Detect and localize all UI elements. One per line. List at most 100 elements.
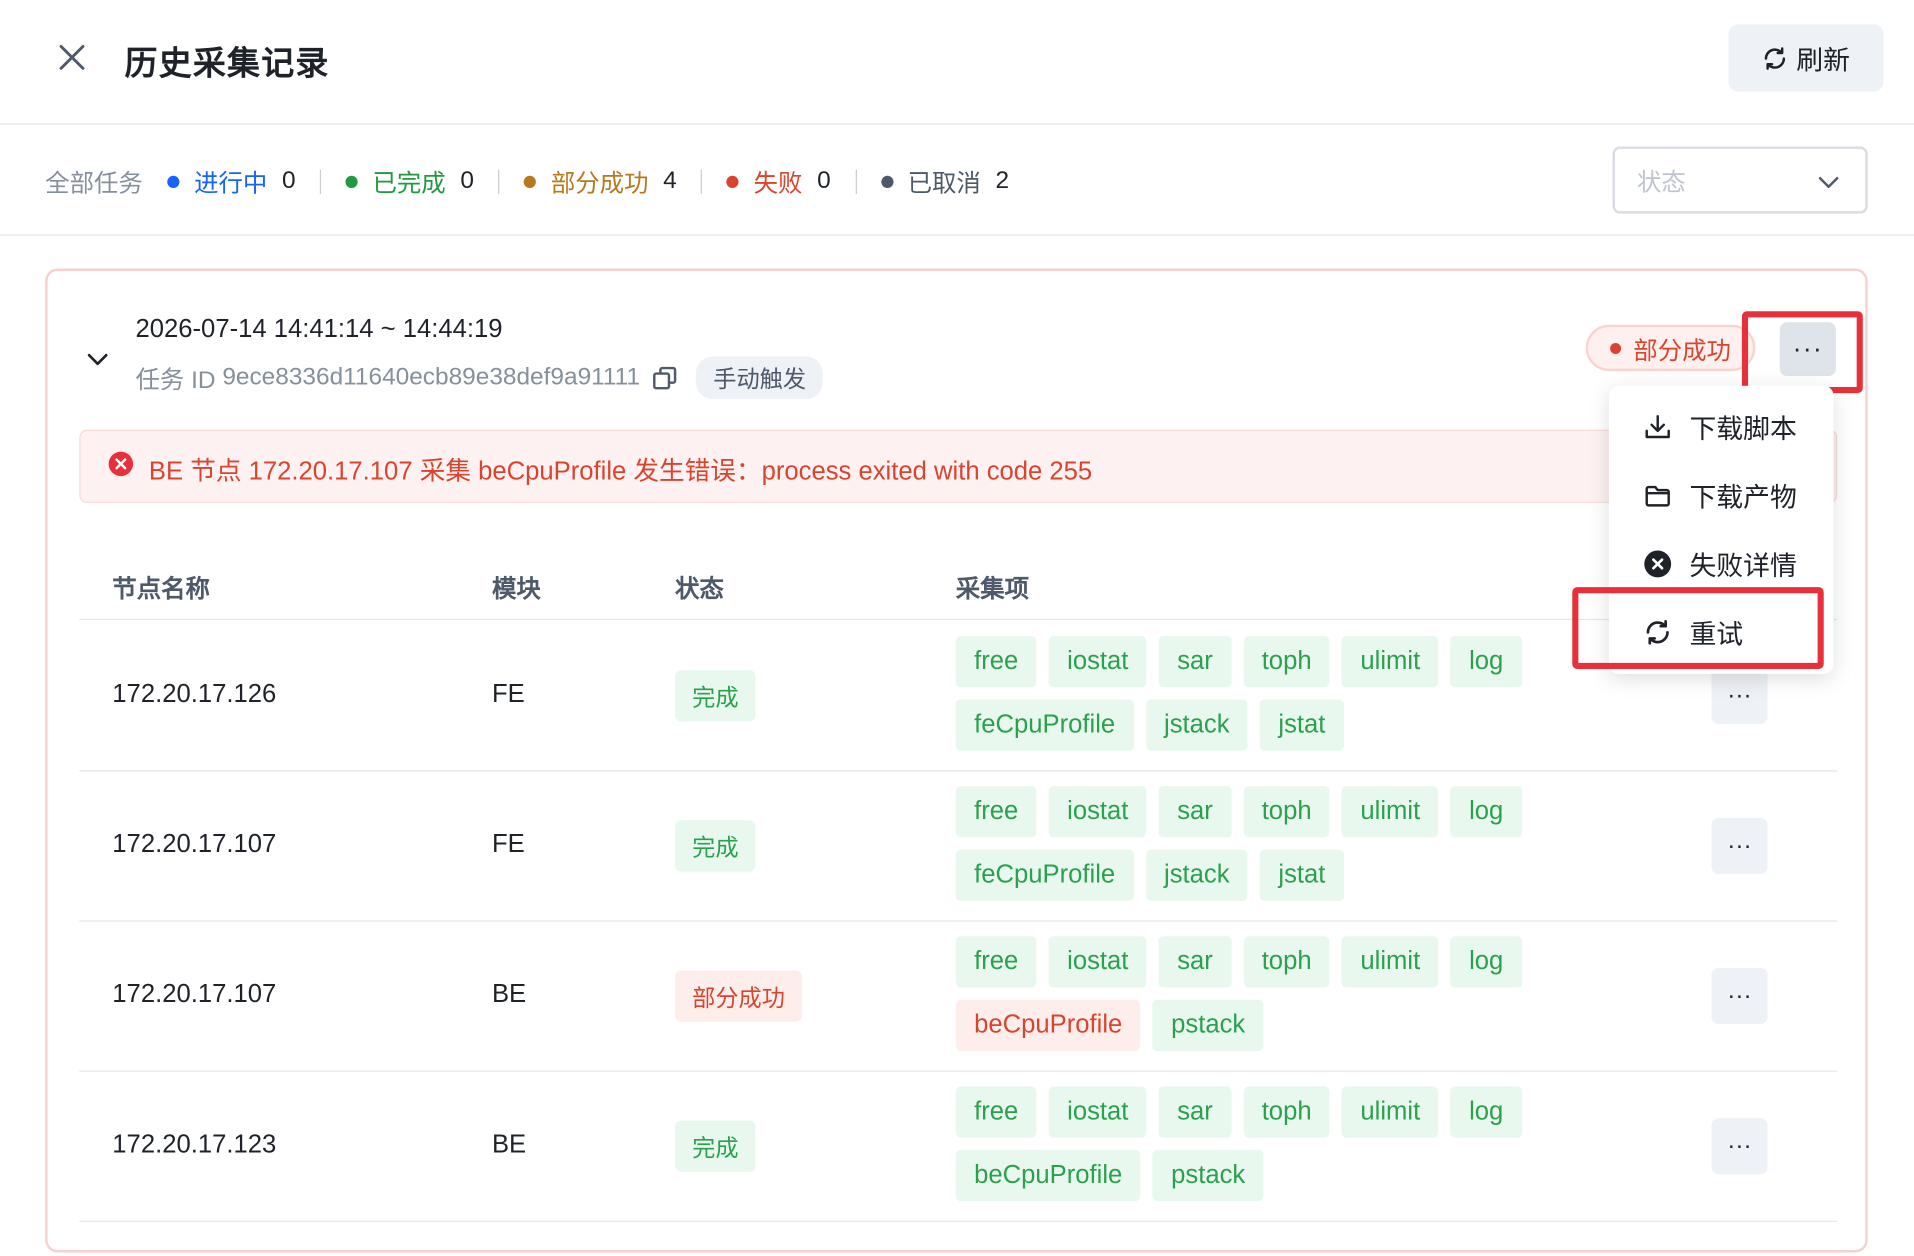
filter-count: 2 [995,167,1010,195]
table-row: 172.20.17.126 FE 完成 free iostat sar toph ulimit… [79,621,1838,772]
collection-item-tag: sar [1158,936,1232,988]
page-title: 历史采集记录 [124,45,330,82]
status-dot [1610,342,1622,354]
collection-item-tag: ulimit [1342,635,1439,688]
filter-label: 已完成 [372,170,446,198]
status-filter-list: 全部任务 进行中 0 已完成 0 部分成功 4 失败 0 已取消 2 [45,164,1009,199]
collection-item-tag: toph [1243,786,1330,838]
filter-separator [855,169,857,194]
table-row: 172.20.17.107 FE 完成 free iostat sar toph ulimit… [79,771,1838,922]
refresh-icon [1765,46,1786,70]
collection-item-tag: iostat [1048,1086,1147,1138]
task-id-line: 任务 ID 9ece8336d11640ecb89e38def9a91111 手… [135,356,824,400]
chevron-down-icon [1818,177,1839,188]
menu-item-failure-details[interactable]: 失败详情 [1609,530,1834,598]
module-name: BE [491,1130,527,1159]
collection-item-tag: feCpuProfile [955,849,1134,901]
collection-item-tag: beCpuProfile [955,999,1141,1052]
collection-item-tag: ulimit [1342,936,1439,988]
filter-item[interactable]: 已完成 0 [345,164,474,199]
task-time-range: 2026-07-14 14:41:14 ~ 14:44:19 [135,314,503,344]
row-status-badge: 完成 [675,820,756,872]
status-select[interactable]: 状态 [1612,146,1868,214]
collection-item-tag: sar [1158,1086,1232,1138]
error-banner: BE 节点 172.20.17.107 采集 beCpuProfile 发生错误… [79,429,1838,503]
task-id-label: 任务 ID [135,367,216,395]
filter-separator [319,169,322,194]
trigger-tag: 手动触发 [696,356,824,400]
task-card: 2026-07-14 14:41:14 ~ 14:44:19 任务 ID 9ec… [45,268,1868,1253]
filter-all[interactable]: 全部任务 [45,164,143,199]
task-status-label: 部分成功 [1633,337,1731,365]
table-header: 节点名称 模块 状态 采集项 [79,549,1838,621]
menu-item-label: 重试 [1689,618,1744,650]
status-dot [523,175,537,188]
filter-item[interactable]: 失败 0 [726,164,831,199]
table-row: 172.20.17.123 BE 完成 free iostat sar toph ulimit… [79,1072,1838,1222]
collection-items: free iostat sar toph ulimit log feCpuProfile js… [955,635,1566,751]
task-more-button[interactable]: ··· [1779,322,1836,376]
collection-item-tag: iostat [1048,936,1147,988]
column-header-items: 采集项 [955,576,1030,604]
filter-label: 部分成功 [550,170,649,198]
row-status-badge: 完成 [675,1120,756,1172]
module-name: FE [491,830,525,859]
error-message: BE 节点 172.20.17.107 采集 beCpuProfile 发生错误… [148,457,1093,486]
collection-item-tag: jstack [1145,849,1248,901]
refresh-button[interactable]: 刷新 [1728,24,1884,92]
folder-icon [1645,485,1670,507]
filter-separator [701,169,703,194]
filter-item[interactable]: 部分成功 4 [523,164,677,199]
collection-item-tag: sar [1158,635,1232,688]
collection-item-tag: iostat [1048,635,1147,688]
collection-item-tag: jstack [1145,699,1248,751]
status-dot [345,175,358,188]
row-more-button[interactable]: ··· [1711,1118,1768,1175]
column-header-module: 模块 [491,576,541,604]
action-menu: 下载脚本 下载产物 失败详情 重试 [1608,385,1834,674]
node-name: 172.20.17.107 [112,980,277,1009]
node-name: 172.20.17.126 [112,679,277,709]
collection-item-tag: pstack [1152,1149,1264,1202]
error-circle-icon [1644,550,1672,578]
filter-label: 进行中 [194,170,268,198]
collection-item-tag: toph [1243,936,1330,988]
collection-item-tag: jstat [1260,849,1344,901]
row-more-button[interactable]: ··· [1711,817,1768,875]
collection-items: free iostat sar toph ulimit log beCpuProfile ps… [955,1086,1566,1202]
node-name: 172.20.17.123 [112,1130,277,1159]
copy-icon[interactable] [652,364,679,391]
filter-count: 0 [817,167,831,195]
filter-bar: 全部任务 进行中 0 已完成 0 部分成功 4 失败 0 已取消 2 状态 [0,125,1914,236]
menu-item-download-script[interactable]: 下载脚本 [1609,393,1834,461]
refresh-label: 刷新 [1796,44,1850,76]
row-status-badge: 完成 [675,670,756,722]
table-row: 172.20.17.107 BE 部分成功 free iostat sar toph ulim… [79,922,1838,1072]
collection-item-tag: log [1450,786,1522,838]
row-more-button[interactable]: ··· [1711,968,1768,1025]
chevron-down-icon[interactable] [87,352,109,375]
menu-item-download-artifacts[interactable]: 下载产物 [1609,461,1834,529]
collection-item-tag: toph [1243,1086,1330,1138]
collection-item-tag: free [955,635,1037,688]
error-circle-icon [108,451,134,477]
status-dot [726,175,739,188]
filter-count: 4 [663,167,677,195]
column-header-status: 状态 [675,576,724,604]
collection-item-tag: log [1450,1086,1522,1138]
menu-item-label: 下载脚本 [1689,413,1797,445]
status-dot [167,175,180,188]
menu-item-retry[interactable]: 重试 [1609,598,1834,666]
close-icon[interactable] [54,39,91,76]
status-select-placeholder: 状态 [1636,169,1686,197]
filter-separator [498,169,500,194]
collection-item-tag: log [1450,936,1522,988]
page-header: 历史采集记录 刷新 [0,0,1914,125]
filter-item[interactable]: 已取消 2 [880,164,1010,199]
filter-item[interactable]: 进行中 0 [167,164,296,199]
filter-label: 已取消 [907,170,981,198]
task-id-value: 9ece8336d11640ecb89e38def9a91111 [222,363,641,391]
row-more-button[interactable]: ··· [1711,667,1768,724]
module-name: FE [491,679,525,709]
collection-item-tag: beCpuProfile [955,1149,1141,1202]
